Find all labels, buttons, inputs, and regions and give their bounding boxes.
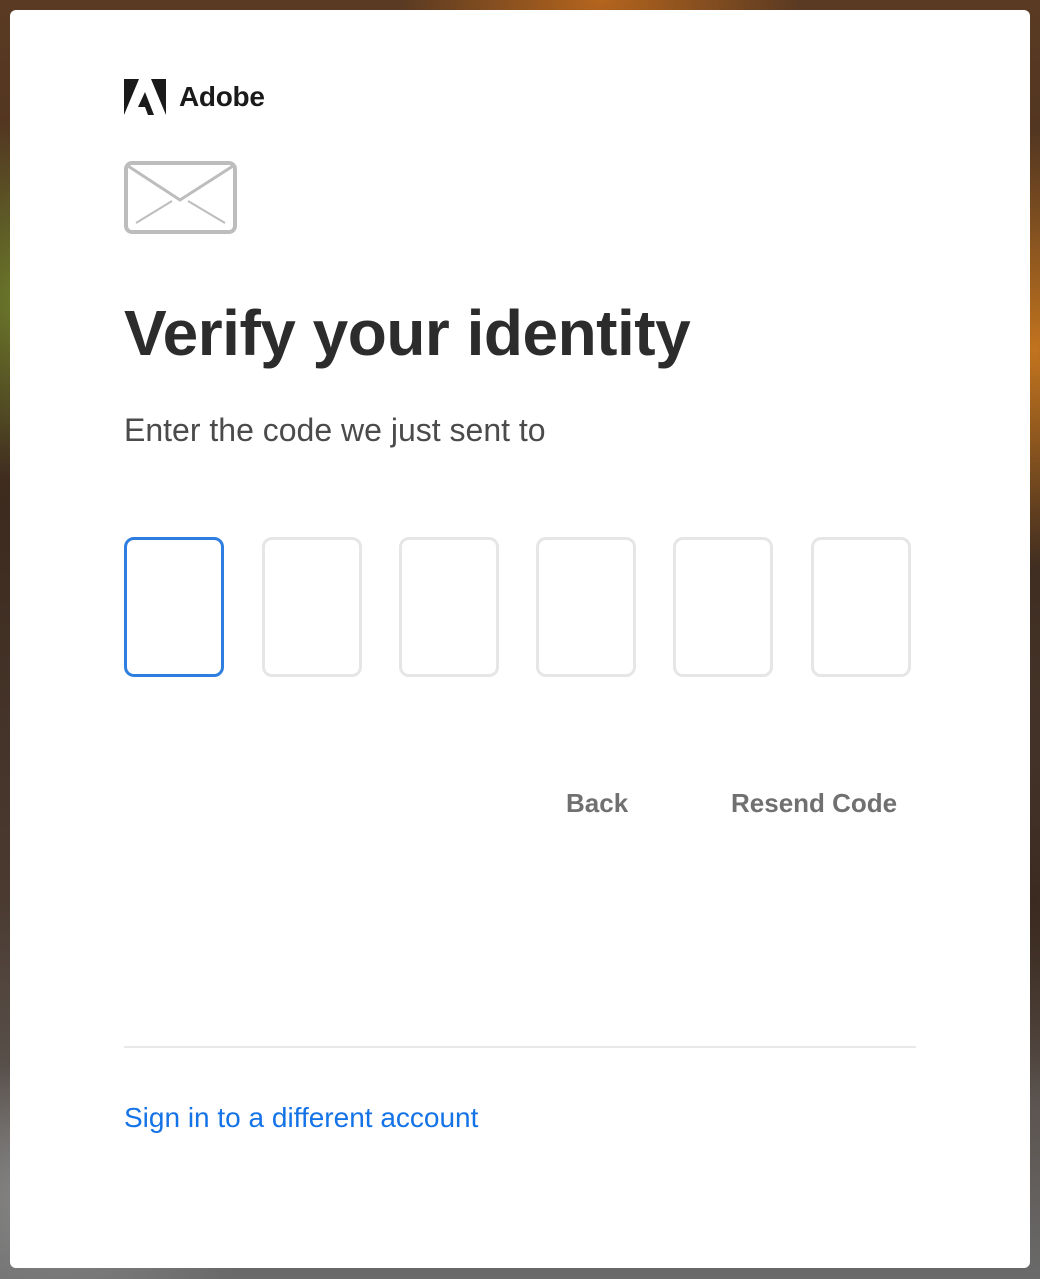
- code-digit-5[interactable]: [673, 537, 773, 677]
- back-button[interactable]: Back: [566, 788, 628, 819]
- divider: [124, 1046, 916, 1048]
- brand-logo: Adobe: [124, 78, 265, 116]
- verification-code-input: [124, 537, 916, 681]
- sign-in-different-account-link[interactable]: Sign in to a different account: [124, 1102, 478, 1134]
- brand-name: Adobe: [179, 81, 265, 112]
- verify-dialog: Adobe Verify your identity Enter the cod…: [10, 10, 1030, 1268]
- code-digit-2[interactable]: [262, 537, 362, 677]
- code-digit-4[interactable]: [536, 537, 636, 677]
- resend-code-button[interactable]: Resend Code: [731, 788, 897, 819]
- adobe-a-icon: [124, 79, 166, 115]
- code-digit-1[interactable]: [124, 537, 224, 677]
- instruction-text: Enter the code we just sent to: [124, 412, 546, 448]
- code-digit-6[interactable]: [811, 537, 911, 677]
- envelope-icon: [124, 161, 237, 234]
- code-digit-3[interactable]: [399, 537, 499, 677]
- page-title: Verify your identity: [124, 297, 691, 369]
